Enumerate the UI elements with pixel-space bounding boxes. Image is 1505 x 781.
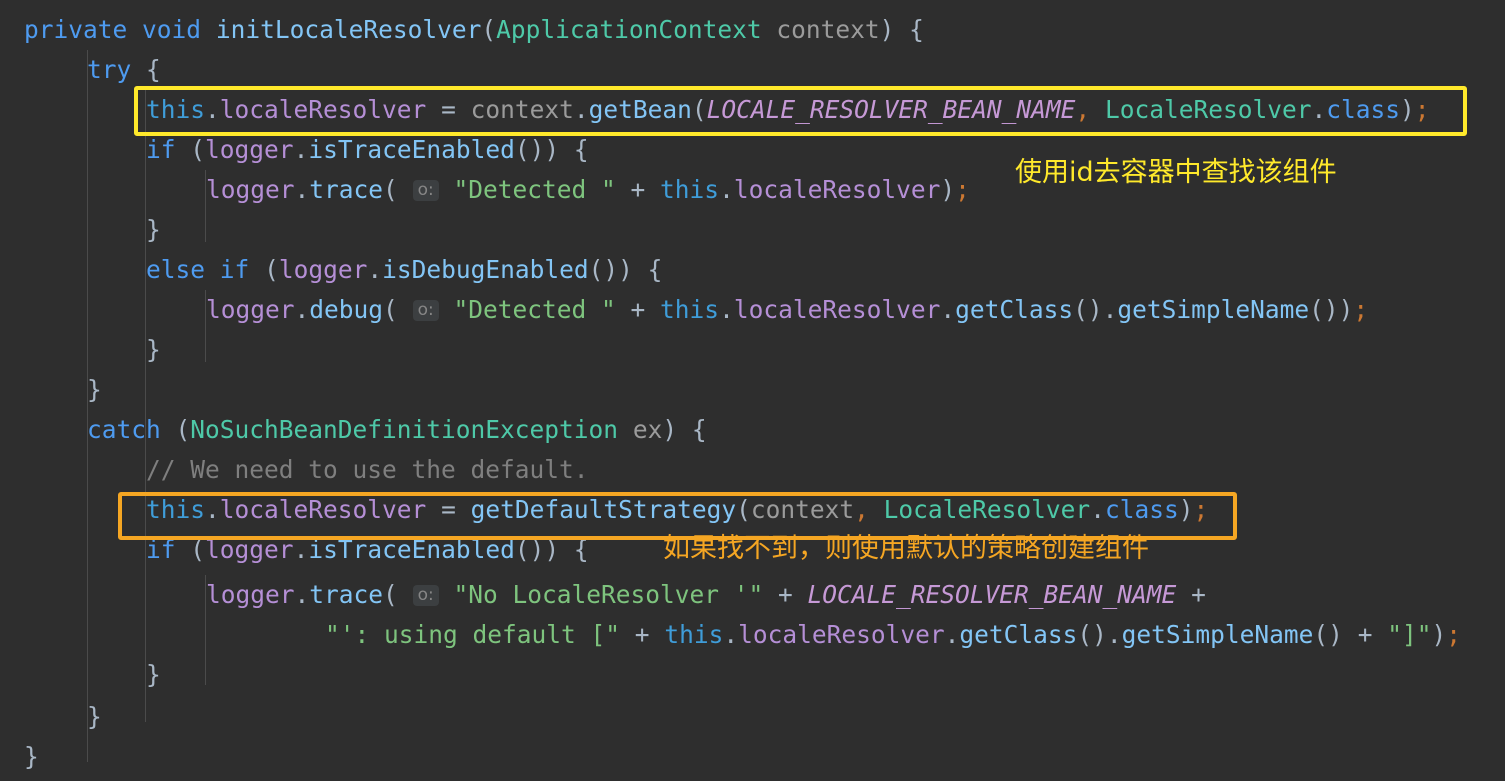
annotation-note-lookup-by-id: 使用id去容器中查找该组件 bbox=[1015, 157, 1337, 188]
code-line: logger.trace( o: "No LocaleResolver '" +… bbox=[206, 580, 1206, 609]
code-line: } bbox=[87, 702, 102, 731]
code-line: if (logger.isTraceEnabled()) { bbox=[146, 535, 589, 564]
code-block[interactable]: private void initLocaleResolver(Applicat… bbox=[0, 0, 1505, 781]
code-line: this.localeResolver = context.getBean(LO… bbox=[146, 95, 1430, 124]
code-line: } bbox=[146, 215, 161, 244]
code-line: logger.debug( o: "Detected " + this.loca… bbox=[206, 295, 1369, 324]
annotation-note-default-strategy: 如果找不到，则使用默认的策略创建组件 bbox=[663, 533, 1149, 564]
inlay-hint-badge: o: bbox=[412, 180, 439, 201]
code-line: catch (NoSuchBeanDefinitionException ex)… bbox=[87, 415, 707, 444]
code-line: logger.trace( o: "Detected " + this.loca… bbox=[206, 175, 970, 204]
code-line: } bbox=[146, 660, 161, 689]
code-line: else if (logger.isDebugEnabled()) { bbox=[146, 255, 663, 284]
code-line: try { bbox=[87, 55, 161, 84]
code-line: } bbox=[87, 375, 102, 404]
code-line: this.localeResolver = getDefaultStrategy… bbox=[146, 495, 1209, 524]
inlay-hint-badge: o: bbox=[412, 300, 439, 321]
code-line: } bbox=[146, 335, 161, 364]
code-line: "': using default [" + this.localeResolv… bbox=[325, 620, 1462, 649]
code-line: } bbox=[24, 742, 39, 771]
code-line: if (logger.isTraceEnabled()) { bbox=[146, 135, 589, 164]
code-line: // We need to use the default. bbox=[146, 455, 589, 484]
code-line: private void initLocaleResolver(Applicat… bbox=[24, 15, 924, 44]
code-editor-screenshot: private void initLocaleResolver(Applicat… bbox=[0, 0, 1505, 781]
inlay-hint-badge: o: bbox=[412, 585, 439, 606]
